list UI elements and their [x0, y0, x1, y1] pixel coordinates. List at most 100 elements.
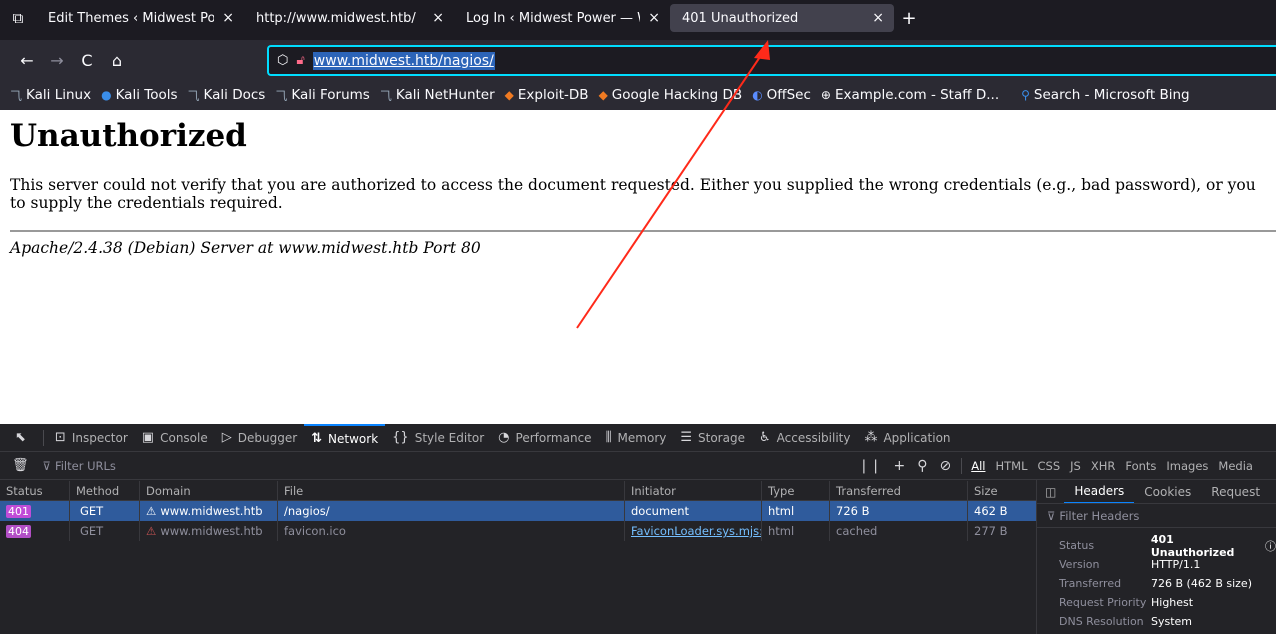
- bookmark-example-staff[interactable]: ⊕ Example.com - Staff D...: [821, 87, 999, 103]
- filter-fonts[interactable]: Fonts: [1120, 459, 1161, 473]
- summary-value: 401 Unauthorized: [1150, 532, 1235, 559]
- plus-icon[interactable]: +: [893, 458, 905, 474]
- tab-cookies[interactable]: Cookies: [1134, 485, 1201, 499]
- pick-element-button[interactable]: ⬉: [8, 424, 39, 451]
- tab-list-button[interactable]: ⧉: [0, 0, 36, 36]
- column-transferred[interactable]: Transferred: [830, 481, 968, 501]
- insecure-connection-icon: ⚠︎: [146, 504, 157, 518]
- tab-title: http://www.midwest.htb/: [256, 10, 416, 26]
- filter-images[interactable]: Images: [1161, 459, 1213, 473]
- summary-value: HTTP/1.1: [1151, 558, 1201, 571]
- summary-key: Request Priority: [1059, 596, 1147, 609]
- filter-urls-input[interactable]: ⊽ Filter URLs: [43, 459, 116, 473]
- column-initiator[interactable]: Initiator: [625, 481, 762, 501]
- column-domain[interactable]: Domain: [140, 481, 278, 501]
- tab-application[interactable]: ⁂ Application: [857, 424, 957, 451]
- search-icon: ⚲: [1021, 88, 1030, 102]
- storage-icon: ☰: [680, 430, 693, 445]
- filter-icon: ⊽: [42, 458, 51, 473]
- back-button[interactable]: ←: [12, 45, 42, 75]
- column-file[interactable]: File: [278, 481, 625, 501]
- toggle-panel-icon[interactable]: ◫: [1037, 485, 1064, 499]
- type-cell: html: [762, 521, 830, 541]
- table-row[interactable]: 401 GET ⚠︎ www.midwest.htb /nagios/ docum…: [0, 501, 1036, 521]
- help-icon[interactable]: ⓘ: [1265, 538, 1276, 554]
- forward-button[interactable]: →: [42, 45, 72, 75]
- close-icon[interactable]: ×: [648, 10, 660, 26]
- devtools-panel: ⬉ ⊡ Inspector ▣ Console ▷ Debugger ⇅ Network…: [0, 424, 1276, 634]
- filter-media[interactable]: Media: [1213, 459, 1258, 473]
- url-text[interactable]: www.midwest.htb/nagios/: [312, 51, 495, 70]
- bookmark-label: Kali Tools: [115, 87, 178, 103]
- tab-debugger[interactable]: ▷ Debugger: [215, 424, 304, 451]
- filter-css[interactable]: CSS: [1032, 459, 1065, 473]
- tab-login[interactable]: Log In ‹ Midwest Power — W ×: [454, 0, 670, 36]
- search-icon[interactable]: ⚲: [917, 458, 927, 474]
- tab-midwest-home[interactable]: http://www.midwest.htb/ ×: [244, 0, 454, 36]
- bookmark-kali-forums[interactable]: ⺄ Kali Forums: [275, 87, 370, 104]
- tab-label: Memory: [617, 430, 667, 445]
- filter-js[interactable]: JS: [1065, 459, 1086, 473]
- home-button[interactable]: ⌂: [102, 45, 132, 75]
- clear-trash-icon[interactable]: 🗑︎: [12, 458, 29, 473]
- new-tab-button[interactable]: +: [894, 8, 924, 29]
- tab-response[interactable]: R: [1270, 485, 1276, 499]
- bookmark-offsec[interactable]: ◐ OffSec: [752, 87, 811, 103]
- tab-console[interactable]: ▣ Console: [135, 424, 215, 451]
- filter-all[interactable]: All: [966, 459, 990, 473]
- tab-label: Accessibility: [776, 430, 851, 445]
- column-type[interactable]: Type: [762, 481, 830, 501]
- page-heading: Unauthorized: [10, 118, 247, 154]
- filter-headers-input[interactable]: ⊽ Filter Headers: [1037, 504, 1276, 528]
- summary-value: System: [1151, 615, 1193, 628]
- initiator-link[interactable]: FaviconLoader.sys.mjs:1...: [631, 524, 761, 538]
- tab-headers[interactable]: Headers: [1064, 480, 1135, 503]
- kali-dragon-icon: ⺄: [10, 88, 23, 103]
- column-method[interactable]: Method: [70, 481, 140, 501]
- tab-request[interactable]: Request: [1201, 485, 1270, 499]
- devtools-toolbar: ⬉ ⊡ Inspector ▣ Console ▷ Debugger ⇅ Network…: [0, 424, 1276, 452]
- tab-accessibility[interactable]: ♿︎ Accessibility: [752, 424, 858, 451]
- close-icon[interactable]: ×: [432, 10, 444, 26]
- globe-icon: ⊕: [820, 88, 831, 102]
- bookmark-bing[interactable]: ⚲ Search - Microsoft Bing: [1021, 87, 1190, 103]
- tab-network[interactable]: ⇅ Network: [304, 424, 386, 451]
- tab-edit-themes[interactable]: Edit Themes ‹ Midwest Powe ×: [36, 0, 244, 36]
- bookmark-kali-tools[interactable]: ● Kali Tools: [101, 87, 177, 103]
- bookmark-kali-linux[interactable]: ⺄ Kali Linux: [10, 87, 91, 104]
- bookmark-kali-nethunter[interactable]: ⺄ Kali NetHunter: [380, 87, 495, 104]
- pause-icon[interactable]: ❘❘: [858, 458, 881, 474]
- filter-html[interactable]: HTML: [990, 459, 1032, 473]
- tab-label: Debugger: [237, 430, 298, 445]
- bookmark-google-hacking-db[interactable]: ◆ Google Hacking DB: [599, 87, 743, 103]
- shield-icon[interactable]: ⬡: [277, 53, 288, 68]
- close-icon[interactable]: ×: [222, 10, 234, 26]
- filter-xhr[interactable]: XHR: [1086, 459, 1121, 473]
- close-icon[interactable]: ×: [872, 10, 884, 26]
- summary-key: DNS Resolution: [1059, 615, 1144, 628]
- table-row[interactable]: 404 GET ⚠︎ www.midwest.htb favicon.ico Fa…: [0, 521, 1036, 541]
- tab-memory[interactable]: ⫼ Memory: [599, 424, 674, 451]
- url-bar[interactable]: ⬡ 🔓︎ www.midwest.htb/nagios/: [267, 45, 1276, 76]
- bookmark-exploit-db[interactable]: ◆ Exploit-DB: [505, 87, 589, 103]
- tab-performance[interactable]: ◔ Performance: [491, 424, 598, 451]
- column-status[interactable]: Status: [0, 481, 70, 501]
- summary-status: Status 401 Unauthorized ⓘ: [1059, 533, 1276, 559]
- summary-dns: DNS Resolution System: [1059, 612, 1276, 631]
- memory-icon: ⫼: [605, 430, 612, 445]
- tab-inspector[interactable]: ⊡ Inspector: [48, 424, 135, 451]
- summary-key: Status: [1059, 539, 1095, 552]
- block-icon[interactable]: ⊘: [939, 458, 951, 474]
- summary-value: 726 B (462 B size): [1151, 577, 1252, 590]
- bookmarks-toolbar: ⺄ Kali Linux ● Kali Tools ⺄ Kali Docs ⺄ Kali…: [0, 80, 1276, 110]
- column-size[interactable]: Size: [968, 481, 1036, 501]
- insecure-lock-icon[interactable]: 🔓︎: [296, 53, 304, 68]
- tab-401-unauthorized[interactable]: 401 Unauthorized ×: [670, 4, 894, 32]
- filter-icon: ⊽: [1047, 508, 1056, 523]
- reload-button[interactable]: C: [72, 45, 102, 75]
- tab-style-editor[interactable]: {} Style Editor: [385, 424, 491, 451]
- tab-storage[interactable]: ☰ Storage: [673, 424, 752, 451]
- bookmark-kali-docs[interactable]: ⺄ Kali Docs: [188, 87, 266, 104]
- initiator-cell: document: [625, 501, 762, 521]
- bookmark-label: Google Hacking DB: [611, 87, 743, 103]
